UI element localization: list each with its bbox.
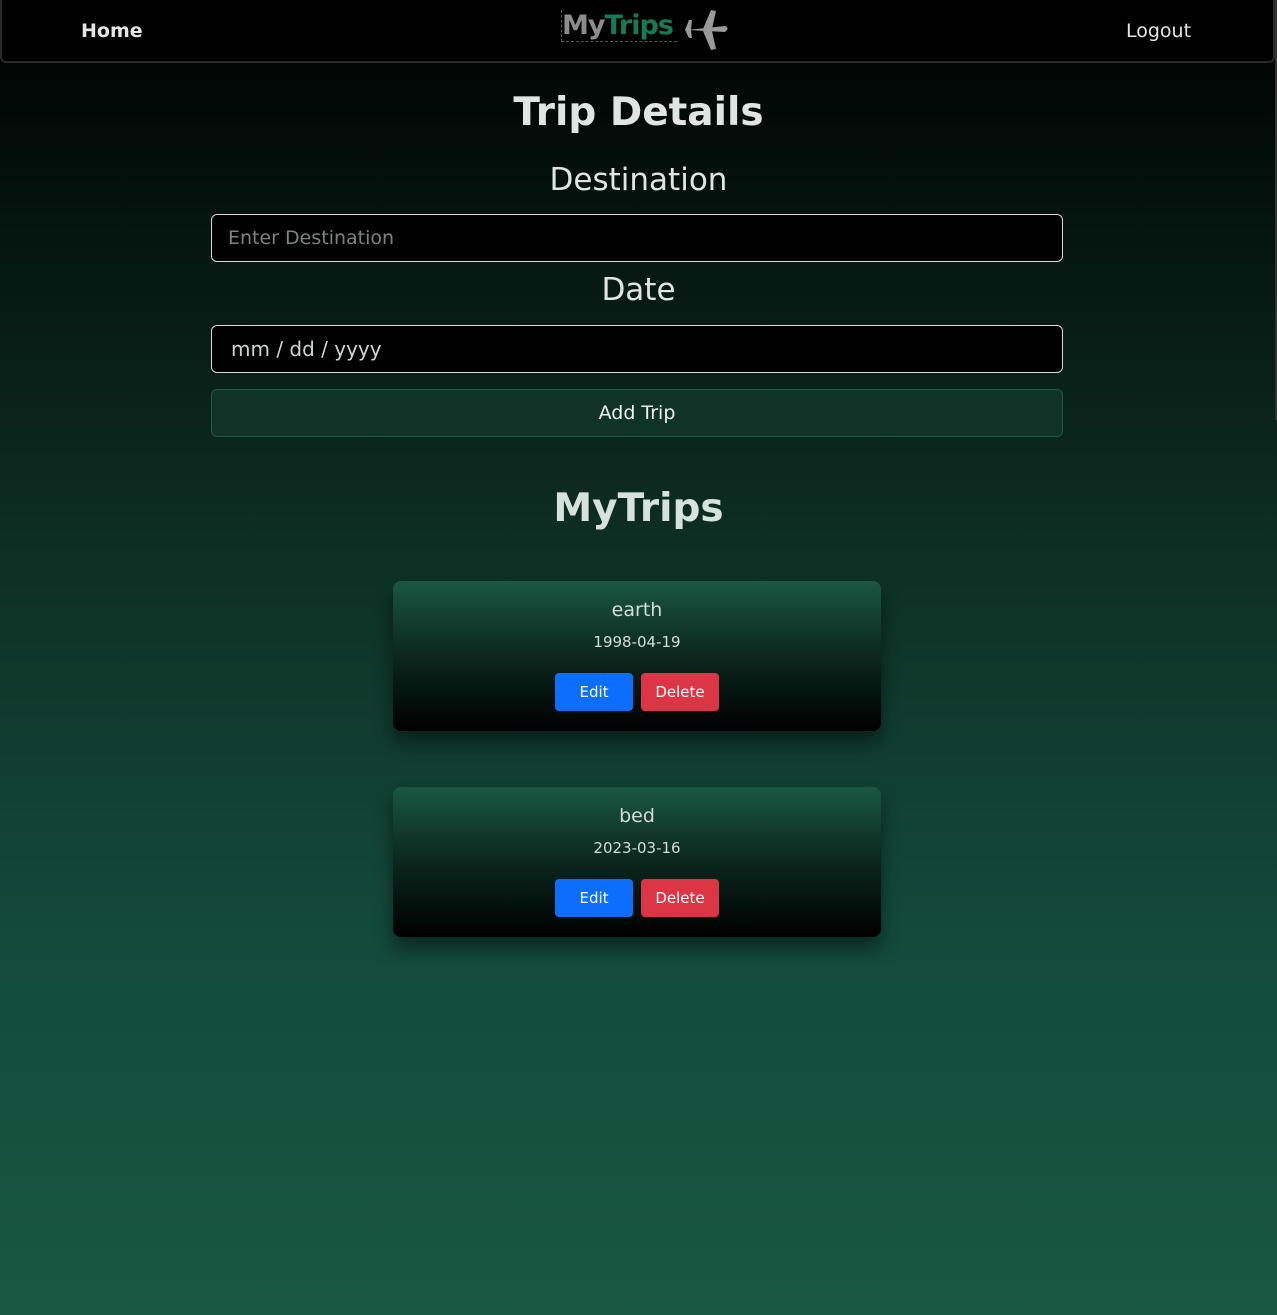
trip-card: earth 1998-04-19 Edit Delete bbox=[393, 581, 881, 731]
trip-name: earth bbox=[611, 599, 663, 621]
airplane-icon bbox=[685, 10, 728, 50]
navbar: Home MyTrips Logout bbox=[0, 0, 1275, 63]
page-title: Trip Details bbox=[513, 90, 764, 135]
edit-button[interactable]: Edit bbox=[555, 673, 633, 711]
delete-button[interactable]: Delete bbox=[641, 879, 719, 917]
trip-date: 1998-04-19 bbox=[593, 633, 681, 651]
logout-link[interactable]: Logout bbox=[1126, 20, 1191, 42]
logo-text-trips: Trips bbox=[604, 10, 673, 41]
date-input[interactable]: mm / dd / yyyy bbox=[211, 325, 1063, 373]
brand-logo[interactable]: MyTrips bbox=[561, 6, 731, 52]
trips-title: MyTrips bbox=[553, 486, 724, 531]
trip-date: 2023-03-16 bbox=[593, 839, 681, 857]
destination-label: Destination bbox=[549, 162, 728, 198]
date-label: Date bbox=[601, 272, 676, 308]
destination-input[interactable] bbox=[211, 214, 1063, 262]
trip-card: bed 2023-03-16 Edit Delete bbox=[393, 787, 881, 937]
logo-text: MyTrips bbox=[561, 10, 677, 42]
trip-name: bed bbox=[619, 805, 655, 827]
delete-button[interactable]: Delete bbox=[641, 673, 719, 711]
nav-home-link[interactable]: Home bbox=[81, 20, 143, 42]
logo-text-my: My bbox=[562, 10, 605, 41]
edit-button[interactable]: Edit bbox=[555, 879, 633, 917]
add-trip-button[interactable]: Add Trip bbox=[211, 389, 1063, 437]
